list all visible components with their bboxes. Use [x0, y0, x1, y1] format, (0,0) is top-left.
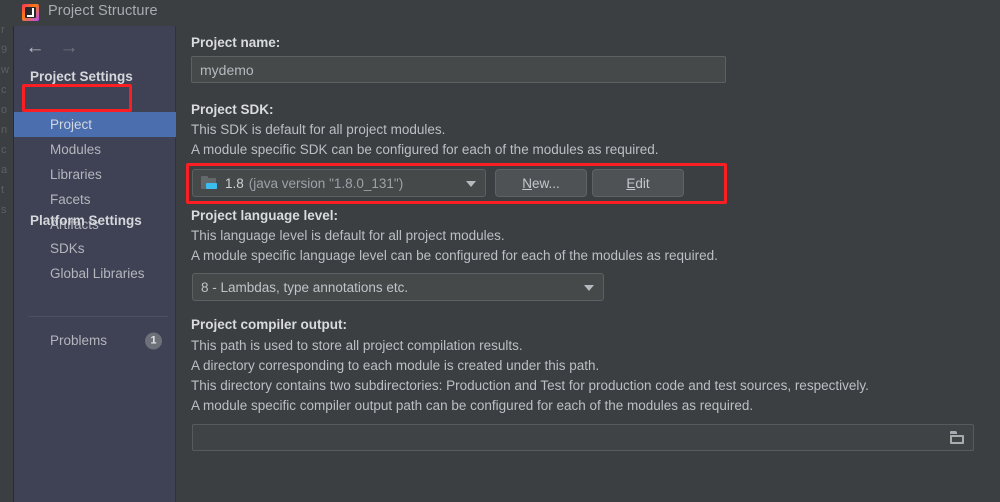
language-level-dropdown[interactable]: 8 - Lambdas, type annotations etc. — [192, 273, 604, 301]
project-sdk-dropdown[interactable]: 1.8 (java version "1.8.0_131") — [192, 169, 486, 197]
bg-glyph: t — [0, 180, 13, 200]
bg-glyph: 9 — [0, 40, 13, 60]
folder-browse-icon[interactable] — [949, 431, 965, 444]
sidebar-item-libraries[interactable]: Libraries — [14, 162, 176, 187]
project-name-value: mydemo — [200, 62, 254, 78]
sidebar-item-label: Project — [50, 117, 92, 132]
edit-sdk-button-label: Edit — [626, 176, 649, 191]
language-level-value: 8 - Lambdas, type annotations etc. — [201, 280, 408, 295]
compiler-output-description-line-4: A module specific compiler output path c… — [191, 398, 753, 413]
intellij-idea-logo-icon — [22, 4, 39, 21]
settings-sidebar: ← → Project Settings Project Modules Lib… — [14, 26, 176, 502]
project-sdk-version: 1.8 — [225, 176, 244, 191]
bg-glyph: o — [0, 100, 13, 120]
sidebar-item-label: Facets — [50, 192, 91, 207]
sidebar-item-global-libraries[interactable]: Global Libraries — [14, 261, 176, 286]
project-structure-dialog: a r 9 w c o n c a t s Project Structure … — [0, 0, 1000, 502]
sidebar-item-label: Libraries — [50, 167, 102, 182]
navigation-arrows: ← → — [14, 34, 176, 64]
language-level-description-line-1: This language level is default for all p… — [191, 228, 505, 243]
sidebar-item-label: Global Libraries — [50, 266, 145, 281]
chevron-down-icon — [466, 181, 476, 187]
java-sdk-folder-icon — [201, 176, 218, 190]
bg-glyph: c — [0, 80, 13, 100]
sidebar-item-sdks[interactable]: SDKs — [14, 236, 176, 261]
dialog-titlebar: Project Structure — [0, 0, 1000, 26]
language-level-description-line-2: A module specific language level can be … — [191, 248, 718, 263]
compiler-output-description-line-1: This path is used to store all project c… — [191, 338, 523, 353]
bg-glyph: a — [0, 160, 13, 180]
project-name-input[interactable]: mydemo — [191, 56, 726, 83]
bg-glyph: c — [0, 140, 13, 160]
settings-content-panel: Project name: mydemo Project SDK: This S… — [177, 26, 1000, 502]
background-editor-strip: a r 9 w c o n c a t s — [0, 0, 14, 502]
new-sdk-button-label: New... — [522, 176, 560, 191]
bg-glyph: s — [0, 200, 13, 220]
sidebar-divider — [28, 316, 168, 317]
sidebar-item-label: Modules — [50, 142, 101, 157]
dialog-title: Project Structure — [48, 3, 158, 19]
project-sdk-detail: (java version "1.8.0_131") — [249, 176, 403, 191]
bg-glyph: w — [0, 60, 13, 80]
arrow-left-icon[interactable]: ← — [22, 34, 48, 60]
sidebar-item-label: SDKs — [50, 241, 85, 256]
project-sdk-description-line-2: A module specific SDK can be configured … — [191, 142, 659, 157]
project-name-label: Project name: — [191, 35, 280, 50]
sidebar-item-problems[interactable]: Problems 1 — [14, 328, 176, 353]
new-sdk-button[interactable]: New... — [495, 169, 587, 197]
language-level-label: Project language level: — [191, 208, 338, 223]
edit-sdk-button[interactable]: Edit — [592, 169, 684, 197]
sidebar-item-project[interactable]: Project — [14, 112, 176, 137]
sidebar-group-platform-settings: Platform Settings — [30, 213, 142, 228]
compiler-output-path-input[interactable] — [192, 424, 974, 451]
problems-count-badge: 1 — [145, 332, 162, 349]
sidebar-item-label: Problems — [50, 333, 107, 348]
bg-glyph: n — [0, 120, 13, 140]
compiler-output-description-line-2: A directory corresponding to each module… — [191, 358, 599, 373]
project-sdk-description-line-1: This SDK is default for all project modu… — [191, 122, 445, 137]
sidebar-group-project-settings: Project Settings — [30, 69, 133, 84]
sidebar-item-modules[interactable]: Modules — [14, 137, 176, 162]
chevron-down-icon — [584, 285, 594, 291]
sidebar-item-facets[interactable]: Facets — [14, 187, 176, 212]
arrow-right-icon[interactable]: → — [56, 34, 82, 60]
compiler-output-description-line-3: This directory contains two subdirectori… — [191, 378, 869, 393]
project-sdk-label: Project SDK: — [191, 102, 274, 117]
compiler-output-label: Project compiler output: — [191, 317, 347, 332]
